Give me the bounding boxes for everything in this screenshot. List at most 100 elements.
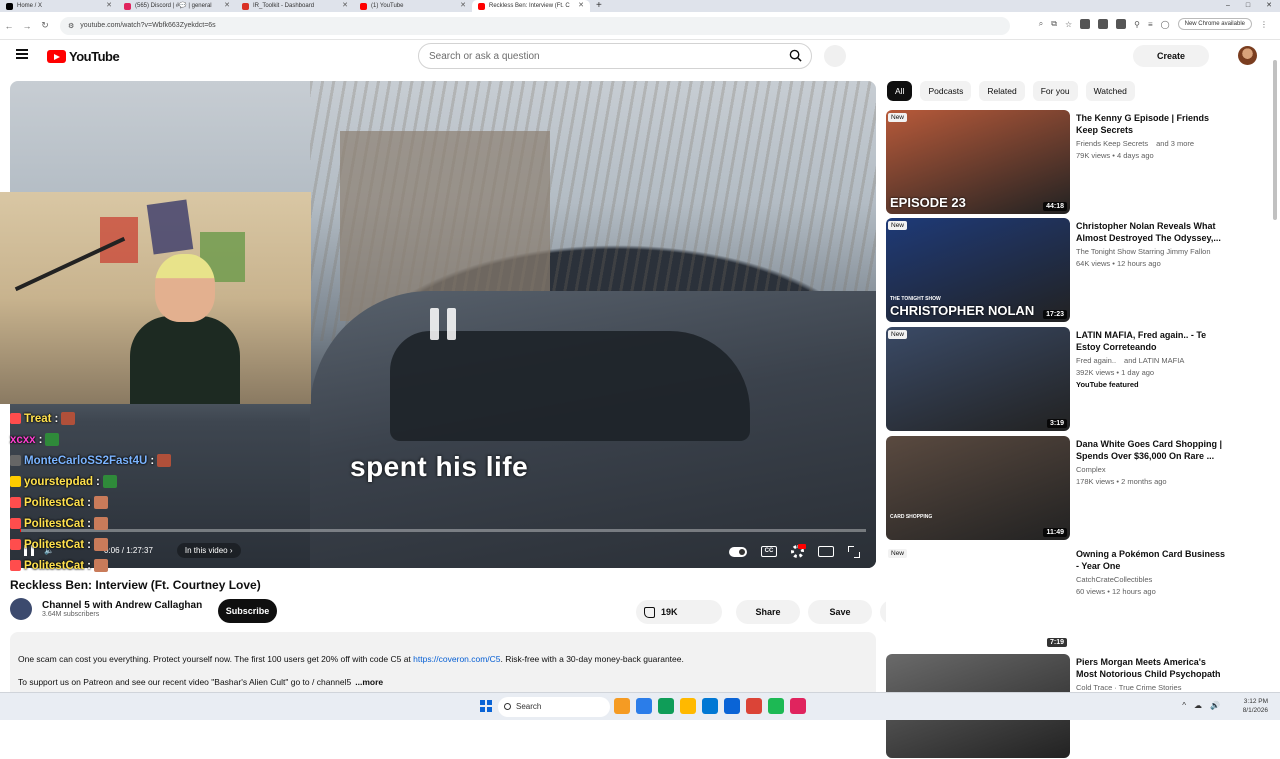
youtube-logo[interactable]: YouTube (47, 49, 120, 64)
cast-icon[interactable]: ⧉ (1051, 19, 1057, 29)
voice-search-button[interactable] (824, 45, 846, 67)
taskbar-app-icon[interactable] (614, 698, 630, 714)
back-icon[interactable]: ← (0, 21, 18, 31)
filter-chip[interactable]: For you (1032, 81, 1078, 101)
cloud-icon[interactable]: ☁ (1194, 701, 1202, 710)
tab-close-icon[interactable]: ✕ (578, 0, 584, 12)
video-thumbnail[interactable]: New 7:19 (886, 546, 1070, 650)
extension-icon[interactable] (1098, 19, 1109, 29)
tab-favicon (6, 2, 13, 10)
video-thumbnail[interactable]: New THE TONIGHT SHOW CHRISTOPHER NOLAN 17:2… (886, 218, 1070, 322)
tab-close-icon[interactable]: ✕ (342, 0, 348, 12)
description-link[interactable]: https://coveron.com/C5 (413, 654, 500, 664)
bookmark-star-icon[interactable]: ☆ (1065, 20, 1072, 29)
autoplay-toggle-icon[interactable] (729, 546, 747, 557)
filter-chip[interactable]: Podcasts (920, 81, 972, 101)
recommended-video[interactable]: New 3:19 LATIN MAFIA, Fred again.. - Te Es… (886, 327, 1226, 432)
recommended-video[interactable]: CARD SHOPPING 11:49 Dana White Goes Card S… (886, 436, 1226, 541)
recommended-video-title[interactable]: Piers Morgan Meets America's Most Notori… (1076, 656, 1226, 680)
media-control-icon[interactable]: ≡ (1148, 20, 1153, 29)
browser-tab[interactable]: Home / X ✕ (0, 0, 118, 12)
taskbar-app-icon[interactable] (724, 698, 740, 714)
show-more-button[interactable]: ...more (355, 677, 383, 687)
browser-menu-icon[interactable]: ⋮ (1260, 20, 1268, 29)
filter-chip[interactable]: All (887, 81, 913, 101)
update-chrome-button[interactable]: New Chrome available (1177, 18, 1252, 30)
new-tab-button[interactable]: + (590, 0, 608, 12)
channel-name[interactable]: Complex (1076, 465, 1106, 474)
browser-tab[interactable]: (565) Discord | #💬 | general ✕ (118, 0, 236, 12)
channel-name[interactable]: CatchCrateCollectibles (1076, 575, 1152, 584)
recommended-video-title[interactable]: The Kenny G Episode | Friends Keep Secre… (1076, 112, 1226, 136)
taskbar-app-icon[interactable] (746, 698, 762, 714)
settings-gear-icon[interactable] (791, 544, 806, 558)
tray-overflow-icon[interactable]: ^ (1182, 701, 1186, 710)
browser-tab[interactable]: IR_Toolkit - Dashboard ✕ (236, 0, 354, 12)
browser-tab[interactable]: Reckless Ben: Interview (Ft. C ✕ (472, 0, 590, 12)
browser-tab[interactable]: (1) YouTube ✕ (354, 0, 472, 12)
search-icon[interactable] (789, 49, 802, 62)
hamburger-menu-icon[interactable] (16, 49, 28, 59)
channel-avatar[interactable] (10, 598, 32, 620)
taskbar-app-icon[interactable] (790, 698, 806, 714)
volume-icon[interactable]: 🔊 (1210, 701, 1220, 710)
tab-close-icon[interactable]: ✕ (224, 0, 230, 12)
filter-chip[interactable]: Related (979, 81, 1025, 101)
channel-name[interactable]: Channel 5 with Andrew Callaghan (42, 600, 202, 611)
tab-close-icon[interactable]: ✕ (460, 0, 466, 12)
recommended-video-title[interactable]: Christopher Nolan Reveals What Almost De… (1076, 220, 1226, 244)
address-bar[interactable]: ⚙ youtube.com/watch?v=Wbfk663Zyekdct=6s (60, 16, 1010, 35)
video-thumbnail[interactable]: New 3:19 (886, 327, 1070, 431)
theater-mode-icon[interactable] (818, 546, 834, 557)
forward-icon[interactable]: → (18, 21, 36, 31)
recommended-video[interactable]: New 7:19 Owning a Pokémon Card Business - … (886, 546, 1226, 651)
page-scrollbar[interactable] (1272, 44, 1278, 692)
pause-indicator-icon[interactable] (430, 308, 456, 340)
zoom-icon[interactable]: ⌕ (1039, 19, 1043, 29)
create-button[interactable]: Create (1133, 45, 1209, 67)
video-thumbnail[interactable]: CARD SHOPPING 11:49 (886, 436, 1070, 540)
search-icon (504, 703, 511, 710)
window-controls: – □ ✕ (1226, 0, 1272, 12)
tab-close-icon[interactable]: ✕ (106, 0, 112, 12)
recommended-video-title[interactable]: Dana White Goes Card Shopping | Spends O… (1076, 438, 1226, 462)
maximize-button[interactable]: □ (1246, 0, 1250, 12)
taskbar-clock[interactable]: 3:12 PM 8/1/2026 (1243, 697, 1268, 715)
video-thumbnail[interactable]: New EPISODE 23 44:18 (886, 110, 1070, 214)
taskbar-search[interactable]: Search (498, 697, 610, 717)
windows-start-icon[interactable] (480, 700, 492, 712)
recommended-video-title[interactable]: Owning a Pokémon Card Business - Year On… (1076, 548, 1226, 572)
fullscreen-icon[interactable] (848, 545, 860, 558)
reload-icon[interactable]: ↻ (36, 20, 54, 31)
recommended-video[interactable]: New THE TONIGHT SHOW CHRISTOPHER NOLAN 17:2… (886, 218, 1226, 323)
minimize-button[interactable]: – (1226, 0, 1230, 12)
channel-name[interactable]: The Tonight Show Starring Jimmy Fallon (1076, 247, 1211, 256)
channel-name[interactable]: Friends Keep Secrets (1076, 139, 1148, 148)
subscriber-count: 3.64M subscribers (42, 611, 100, 618)
channel-name[interactable]: Cold Trace · True Crime Stories (1076, 683, 1181, 692)
like-button[interactable]: 19K (636, 600, 722, 624)
taskbar-app-icon[interactable] (636, 698, 652, 714)
subscribe-button[interactable]: Subscribe (218, 599, 277, 623)
account-avatar[interactable] (1238, 46, 1257, 65)
channel-name[interactable]: Fred again.. (1076, 356, 1116, 365)
profile-icon[interactable]: ◯ (1161, 20, 1170, 29)
duration-badge: 11:49 (1043, 528, 1067, 537)
recommended-video[interactable]: New EPISODE 23 44:18 The Kenny G Episode | … (886, 110, 1226, 215)
recommended-video-title[interactable]: LATIN MAFIA, Fred again.. - Te Estoy Cor… (1076, 329, 1226, 353)
extensions-puzzle-icon[interactable]: ⚲ (1134, 20, 1140, 29)
taskbar-app-icon[interactable] (658, 698, 674, 714)
captions-icon[interactable]: CC (761, 546, 777, 557)
search-input[interactable]: Search or ask a question (418, 43, 812, 69)
scrollbar-thumb[interactable] (1273, 60, 1277, 220)
filter-chip[interactable]: Watched (1085, 81, 1135, 101)
extension-icon[interactable] (1080, 19, 1091, 29)
taskbar-app-icon[interactable] (768, 698, 784, 714)
taskbar-app-icon[interactable] (702, 698, 718, 714)
close-window-button[interactable]: ✕ (1266, 0, 1272, 12)
extension-icon[interactable] (1116, 19, 1127, 29)
share-button[interactable]: Share (736, 600, 800, 624)
site-info-icon[interactable]: ⚙ (68, 22, 74, 30)
taskbar-app-icon[interactable] (680, 698, 696, 714)
save-button[interactable]: Save (808, 600, 872, 624)
